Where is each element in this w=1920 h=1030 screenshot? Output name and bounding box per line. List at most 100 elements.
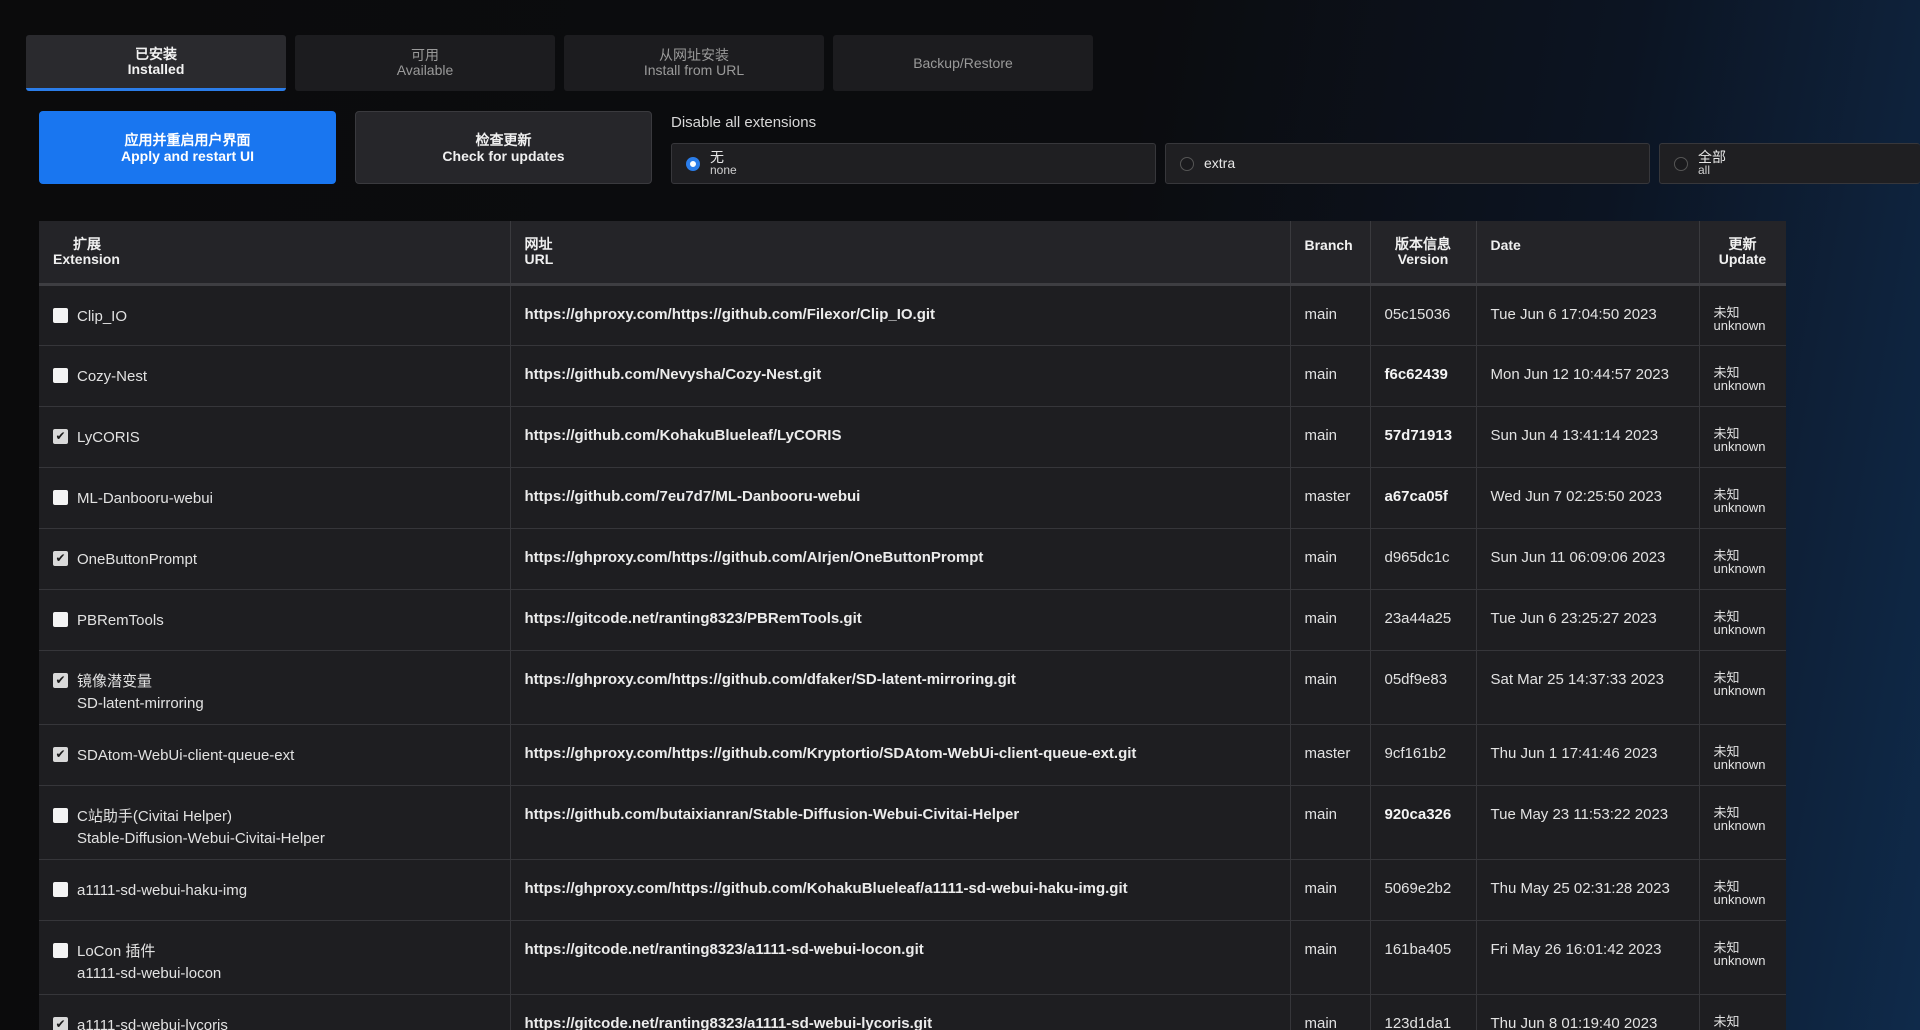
extension-name: 镜像潜变量 <box>77 672 153 690</box>
tab-available[interactable]: 可用 Available <box>295 35 555 91</box>
extension-date: Sun Jun 4 13:41:14 2023 <box>1476 406 1700 468</box>
tab-label-cn: 可用 <box>411 47 439 63</box>
checkbox-empty-icon[interactable] <box>53 367 68 383</box>
table-row: Clip_IO https://ghproxy.com/https://githu… <box>39 284 1786 346</box>
tab-label-cn: 已安装 <box>135 45 177 62</box>
extension-name: SDAtom-WebUi-client-queue-ext <box>77 746 295 764</box>
extension-url[interactable]: https://ghproxy.com/https://github.com/A… <box>510 528 1291 590</box>
update-status-cn: 未知 <box>1713 1013 1740 1029</box>
radio-label: 无 <box>710 148 724 165</box>
checkbox-empty-icon[interactable] <box>53 881 68 897</box>
extension-version: 9cf161b2 <box>1370 724 1477 786</box>
extension-date: Thu May 25 02:31:28 2023 <box>1476 859 1700 921</box>
radio-selected-icon <box>686 156 700 171</box>
extension-update-status: 未知unknown <box>1699 785 1786 860</box>
extension-url[interactable]: https://github.com/butaixianran/Stable-D… <box>510 785 1291 860</box>
table-row: C站助手(Civitai Helper) Stable-Diffusion-Web… <box>39 785 1786 860</box>
update-status-en: unknown <box>1713 952 1766 968</box>
apply-label-en: Apply and restart UI <box>120 147 255 164</box>
update-status-en: unknown <box>1713 560 1766 576</box>
tab-label-en: Available <box>396 62 454 78</box>
checkbox-checked-icon[interactable]: ✔ <box>53 1016 68 1030</box>
extension-name: Cozy-Nest <box>77 367 148 385</box>
extension-url[interactable]: https://ghproxy.com/https://github.com/K… <box>510 859 1291 921</box>
update-status-cn: 未知 <box>1713 425 1740 441</box>
table-row: ✔ LyCORIS https://github.com/KohakuBluelea… <box>39 406 1786 468</box>
extension-branch: main <box>1290 406 1371 468</box>
update-status-cn: 未知 <box>1713 878 1740 894</box>
checkbox-empty-icon[interactable] <box>53 307 68 323</box>
extension-url[interactable]: https://ghproxy.com/https://github.com/d… <box>510 650 1291 725</box>
extension-name: LyCORIS <box>77 428 140 446</box>
extension-date: Fri May 26 16:01:42 2023 <box>1476 920 1700 995</box>
extension-url[interactable]: https://ghproxy.com/https://github.com/K… <box>510 724 1291 786</box>
update-status-cn: 未知 <box>1713 304 1740 320</box>
extension-branch: main <box>1290 284 1371 346</box>
tab-backup-restore[interactable]: Backup/Restore <box>833 35 1093 91</box>
extension-cell: PBRemTools <box>39 589 511 651</box>
checkbox-empty-icon[interactable] <box>53 489 68 505</box>
check-label-en: Check for updates <box>442 147 565 164</box>
extension-url[interactable]: https://ghproxy.com/https://github.com/F… <box>510 284 1291 346</box>
checkbox-empty-icon[interactable] <box>53 942 68 958</box>
table-row: ✔ SDAtom-WebUi-client-queue-ext https://gh… <box>39 724 1786 786</box>
update-status-en: unknown <box>1713 499 1766 515</box>
checkbox-checked-icon[interactable]: ✔ <box>53 672 68 688</box>
extension-cell: C站助手(Civitai Helper) Stable-Diffusion-Web… <box>39 785 511 860</box>
extension-version: a67ca05f <box>1370 467 1477 529</box>
header-version: 版本信息 Version <box>1370 221 1477 286</box>
tab-install-from-url[interactable]: 从网址安装 Install from URL <box>564 35 824 91</box>
header-url: 网址 URL <box>510 221 1291 286</box>
apply-restart-button[interactable]: 应用并重启用户界面 Apply and restart UI <box>39 111 336 184</box>
table-row: Cozy-Nest https://github.com/Nevysha/Cozy… <box>39 345 1786 407</box>
checkbox-checked-icon[interactable]: ✔ <box>53 550 68 566</box>
disable-extensions-label: Disable all extensions <box>671 114 817 131</box>
table-row: ML-Danbooru-webui https://github.com/7eu7… <box>39 467 1786 529</box>
checkbox-checked-icon[interactable]: ✔ <box>53 428 68 444</box>
extensions-table-container[interactable]: 扩展 Extension 网址 URL Branch 版本信息 Version … <box>39 221 1786 1030</box>
extension-cell: ✔ 镜像潜变量 SD-latent-mirroring <box>39 650 511 725</box>
radio-label: extra <box>1204 155 1236 171</box>
extension-update-status: 未知unknown <box>1699 859 1786 921</box>
extension-version: 57d71913 <box>1370 406 1477 468</box>
extension-branch: main <box>1290 589 1371 651</box>
extension-update-status: 未知unknown <box>1699 650 1786 725</box>
extension-url[interactable]: https://gitcode.net/ranting8323/a1111-sd… <box>510 920 1291 995</box>
extension-cell: ✔ LyCORIS <box>39 406 511 468</box>
extension-url[interactable]: https://github.com/7eu7d7/ML-Danbooru-we… <box>510 467 1291 529</box>
check-updates-button[interactable]: 检查更新 Check for updates <box>355 111 652 184</box>
extension-branch: main <box>1290 528 1371 590</box>
extension-version: 123d1da1 <box>1370 994 1477 1030</box>
extension-name: a1111-sd-webui-haku-img <box>77 881 248 899</box>
header-branch: Branch <box>1290 221 1371 286</box>
tab-installed[interactable]: 已安装 Installed <box>26 35 286 91</box>
extension-date: Thu Jun 8 01:19:40 2023 <box>1476 994 1700 1030</box>
radio-extra[interactable]: extra <box>1165 143 1650 184</box>
extension-cell: ✔ OneButtonPrompt <box>39 528 511 590</box>
extension-branch: master <box>1290 724 1371 786</box>
extension-date: Wed Jun 7 02:25:50 2023 <box>1476 467 1700 529</box>
radio-none[interactable]: 无 none <box>671 143 1156 184</box>
extension-update-status: 未知unknown <box>1699 589 1786 651</box>
tab-bar: 已安装 Installed 可用 Available 从网址安装 Install… <box>26 35 1093 91</box>
extension-url[interactable]: https://gitcode.net/ranting8323/a1111-sd… <box>510 994 1291 1030</box>
update-status-en: unknown <box>1713 682 1766 698</box>
extension-update-status: 未知unknown <box>1699 345 1786 407</box>
extension-url[interactable]: https://github.com/KohakuBlueleaf/LyCORI… <box>510 406 1291 468</box>
checkbox-empty-icon[interactable] <box>53 611 68 627</box>
extension-name: OneButtonPrompt <box>77 550 198 568</box>
extension-url[interactable]: https://gitcode.net/ranting8323/PBRemToo… <box>510 589 1291 651</box>
extension-date: Mon Jun 12 10:44:57 2023 <box>1476 345 1700 407</box>
checkbox-empty-icon[interactable] <box>53 807 68 823</box>
extension-version: 05c15036 <box>1370 284 1477 346</box>
extension-version: 05df9e83 <box>1370 650 1477 725</box>
tab-label-cn: 从网址安装 <box>659 47 729 63</box>
checkbox-checked-icon[interactable]: ✔ <box>53 746 68 762</box>
extension-version: 23a44a25 <box>1370 589 1477 651</box>
extension-url[interactable]: https://github.com/Nevysha/Cozy-Nest.git <box>510 345 1291 407</box>
extension-version: d965dc1c <box>1370 528 1477 590</box>
extension-update-status: 未知unknown <box>1699 467 1786 529</box>
update-status-cn: 未知 <box>1713 547 1740 563</box>
table-row: PBRemTools https://gitcode.net/ranting832… <box>39 589 1786 651</box>
radio-all[interactable]: 全部 all <box>1659 143 1920 184</box>
